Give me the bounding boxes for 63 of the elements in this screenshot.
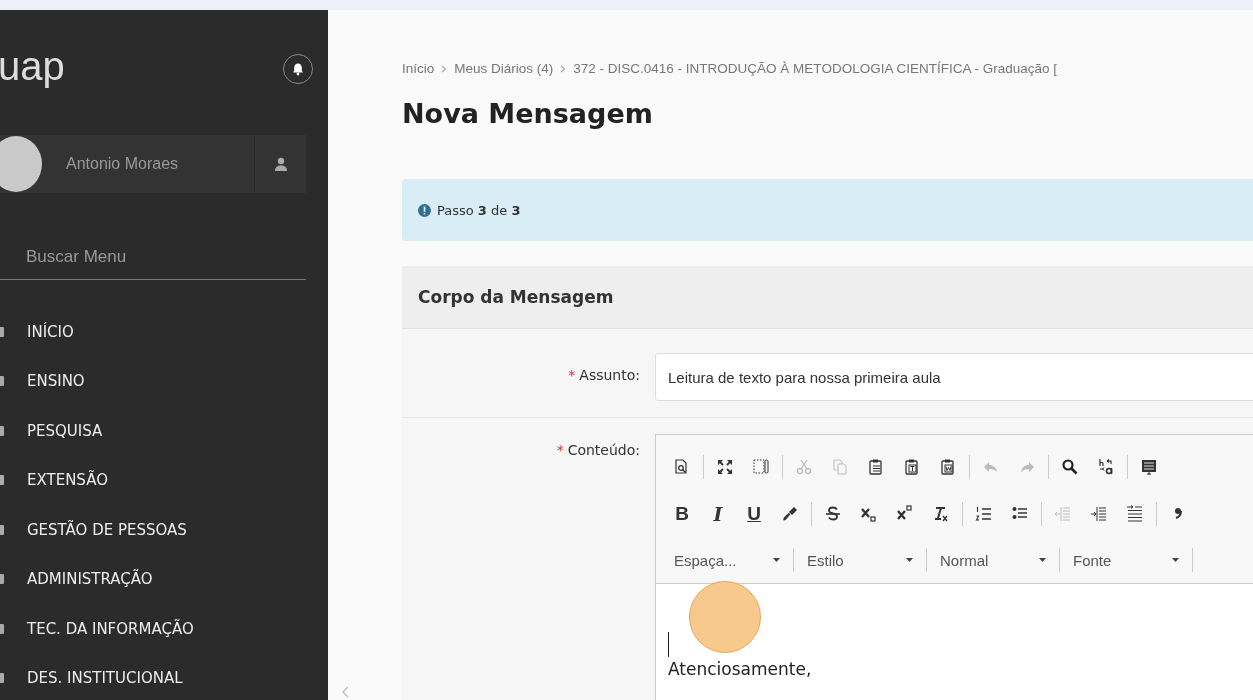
search-icon (1061, 457, 1079, 476)
template-icon (1140, 457, 1158, 476)
bell-icon (291, 61, 305, 76)
brush-icon (781, 504, 799, 523)
chevron-left-icon (341, 686, 349, 698)
maximize-icon (716, 457, 734, 476)
editor-content[interactable]: Atenciosamente, (656, 583, 1253, 700)
clipboard-text-icon (903, 457, 921, 476)
menu-item[interactable]: PESQUISA (27, 421, 103, 440)
menu-item[interactable]: ENSINO (27, 372, 85, 391)
quote-icon (1174, 508, 1182, 519)
copy-icon (831, 457, 849, 476)
indent-icon (1090, 504, 1108, 523)
panel-title: Corpo da Mensagem (418, 287, 614, 307)
person-icon (274, 157, 287, 171)
subject-field[interactable]: Leitura de texto para nossa primeira aula (655, 353, 1253, 401)
search-field[interactable]: Buscar Menu (0, 241, 306, 280)
first-line-indent-icon (1126, 504, 1144, 523)
profile-button[interactable] (254, 135, 306, 193)
menu-item[interactable]: EXTENSÃO (27, 471, 108, 490)
toolbar-button[interactable]: U (739, 498, 769, 529)
menu-item[interactable]: ADMINISTRAÇÃO (27, 570, 153, 589)
page-title: Nova Mensagem (402, 98, 654, 129)
chevron-right-icon (441, 64, 448, 73)
menu-item[interactable]: GESTÃO DE PESSOAS (27, 520, 187, 539)
logo: uap (0, 44, 65, 89)
notifications-button[interactable] (283, 53, 313, 84)
format-dropdown[interactable]: Espaça... (664, 545, 790, 575)
caret-icon (1039, 558, 1046, 562)
caret-icon (1172, 558, 1179, 562)
format-dropdown[interactable]: Normal (930, 545, 1056, 575)
menu-item[interactable]: TEC. DA INFORMAÇÃO (27, 619, 194, 638)
text-cursor (668, 632, 669, 657)
avatar (0, 136, 42, 192)
field-label: Assunto: (579, 367, 640, 383)
menu-item[interactable]: DES. INSTITUCIONAL (27, 669, 183, 688)
chevron-right-icon (560, 64, 567, 73)
caret-icon (773, 558, 780, 562)
strikethrough-icon (824, 504, 842, 523)
breadcrumb-item[interactable]: Início (402, 61, 435, 76)
required-marker: * (568, 367, 576, 383)
numbered-list-icon (975, 504, 993, 523)
step-indicator: Passo 3 de 3 (437, 202, 521, 218)
clear-format-icon (932, 504, 950, 523)
field-label: Conteúdo: (567, 442, 640, 458)
clipboard-icon (867, 457, 885, 476)
breadcrumb-item: 372 - DISC.0416 - INTRODUÇÃO À METODOLOGIA CIENTÍFICA - Graduação [ (573, 61, 1057, 76)
info-icon (418, 203, 431, 217)
format-dropdown[interactable]: Estilo (797, 545, 923, 575)
toolbar-button[interactable]: B (667, 498, 697, 529)
scissors-icon (795, 457, 813, 476)
outdent-icon (1054, 504, 1072, 523)
clipboard-word-icon (939, 457, 957, 476)
caret-icon (906, 558, 913, 562)
replace-icon (1097, 457, 1115, 476)
user-name[interactable]: Antonio Moraes (42, 155, 254, 173)
show-blocks-icon (752, 457, 770, 476)
menu-item[interactable]: INÍCIO (27, 322, 74, 341)
toolbar-button[interactable]: I (703, 498, 733, 529)
required-marker: * (556, 442, 564, 458)
breadcrumb-item[interactable]: Meus Diários (4) (454, 61, 554, 76)
editor-paragraph: Atenciosamente, (668, 659, 813, 679)
format-dropdown[interactable]: Fonte (1063, 545, 1189, 575)
